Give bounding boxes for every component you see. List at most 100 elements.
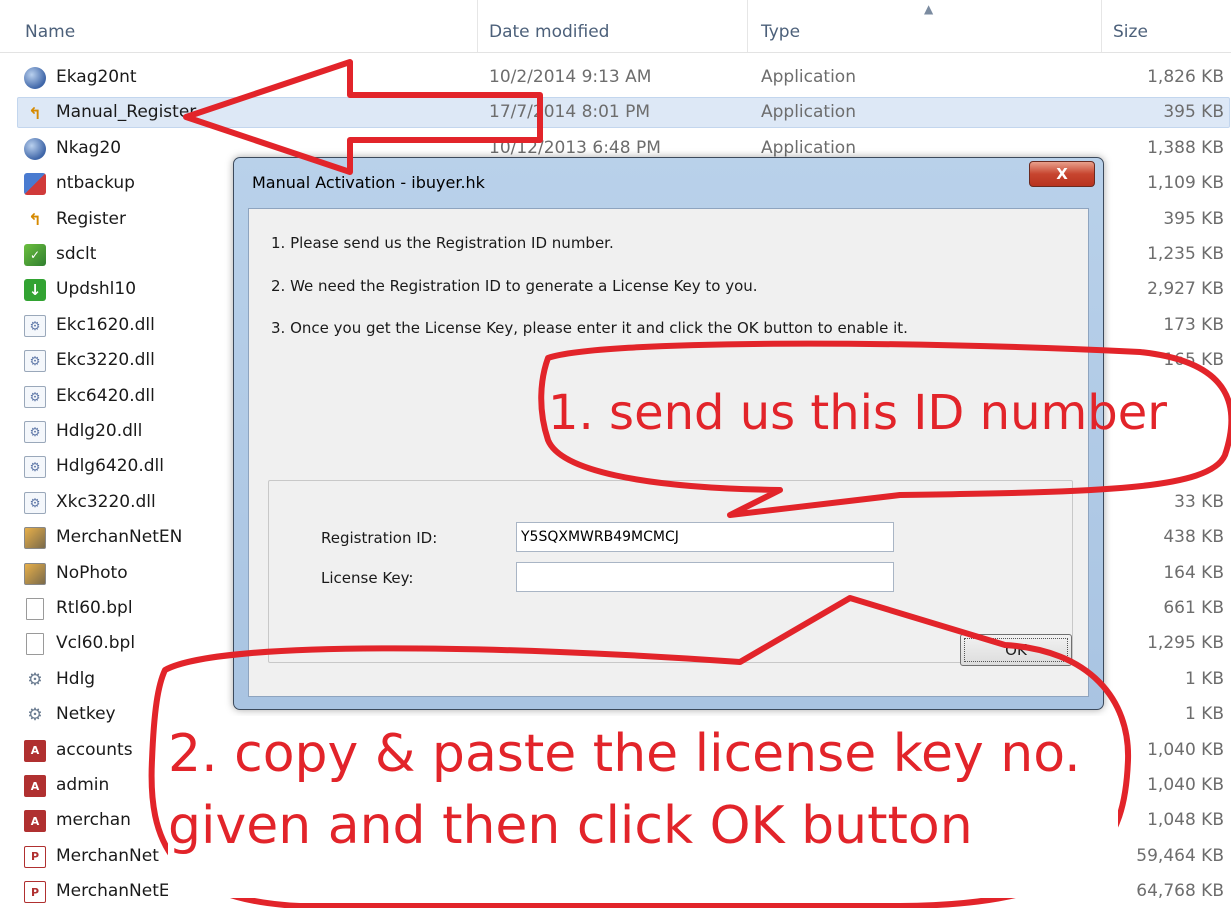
dll-icon: ⚙ xyxy=(24,421,46,443)
file-name: Hdlg20.dll xyxy=(56,421,143,441)
mdb-icon: P xyxy=(24,845,46,868)
sort-ascending-icon: ▲ xyxy=(924,2,934,16)
file-name: Nkag20 xyxy=(56,137,122,158)
column-divider[interactable] xyxy=(747,0,748,52)
file-name: admin xyxy=(56,775,110,795)
file-size: 1 KB xyxy=(1184,704,1224,725)
update-icon: ↓ xyxy=(24,279,46,302)
file-size: 1,235 KB xyxy=(1147,244,1224,264)
file-row[interactable]: ↰ Manual_Register 17/7/2014 8:01 PM Applica… xyxy=(0,95,1231,131)
file-name: ntbackup xyxy=(56,173,135,194)
dll-icon: ⚙ xyxy=(24,314,46,337)
file-name: Ekc6420.dll xyxy=(56,385,155,406)
file-name: Updshl10 xyxy=(56,279,137,300)
instruction-2: 2. We need the Registration ID to genera… xyxy=(271,277,758,295)
sdclt-icon: ✓ xyxy=(24,244,46,266)
file-size: 33 KB xyxy=(1174,491,1224,512)
file-name: Register xyxy=(56,208,126,229)
file-size: 1 KB xyxy=(1184,668,1224,689)
app-icon xyxy=(24,137,46,160)
file-name: NoPhoto xyxy=(56,562,128,583)
column-divider[interactable] xyxy=(1101,0,1102,52)
dll-icon: ⚙ xyxy=(24,491,46,514)
file-name: MerchanNetEN xyxy=(56,527,183,548)
access-icon: A xyxy=(24,775,46,797)
file-date: 10/12/2013 6:48 PM xyxy=(489,137,661,158)
close-button[interactable]: X xyxy=(1029,161,1095,187)
instruction-1: 1. Please send us the Registration ID nu… xyxy=(271,234,614,252)
file-name: Hdlg xyxy=(56,668,96,689)
file-icon xyxy=(26,598,44,620)
close-icon: X xyxy=(1056,165,1068,183)
file-size: 2,927 KB xyxy=(1147,279,1224,300)
image-icon xyxy=(24,527,46,550)
file-name: Vcl60.bpl xyxy=(56,633,136,654)
registration-id-label: Registration ID: xyxy=(321,529,438,547)
dll-icon: ⚙ xyxy=(24,456,46,479)
file-size: 59,464 KB xyxy=(1136,845,1224,866)
file-size: 1,048 KB xyxy=(1147,810,1224,831)
config-icon: ⚙ xyxy=(27,705,43,726)
file-name: Ekc1620.dll xyxy=(56,314,155,335)
dialog-title: Manual Activation - ibuyer.hk xyxy=(252,173,485,192)
instruction-3: 3. Once you get the License Key, please … xyxy=(271,319,908,337)
file-size: 1,109 KB xyxy=(1147,173,1224,194)
file-type: Application xyxy=(761,67,856,87)
dialog-body: 1. Please send us the Registration ID nu… xyxy=(248,208,1089,697)
file-name: MerchanNet xyxy=(56,845,159,866)
file-size: 395 KB xyxy=(1163,208,1224,229)
column-header-date[interactable]: Date modified xyxy=(489,22,609,42)
file-name: Xkc3220.dll xyxy=(56,491,156,512)
callout-send-id-text: 1. send us this ID number xyxy=(548,385,1167,441)
file-name: sdclt xyxy=(56,244,97,264)
file-date: 10/2/2014 9:13 AM xyxy=(489,67,652,87)
backup-icon xyxy=(24,173,46,196)
setup-icon: ↰ xyxy=(28,103,42,123)
file-size: 1,826 KB xyxy=(1147,67,1224,87)
config-icon: ⚙ xyxy=(27,669,43,690)
file-name: Rtl60.bpl xyxy=(56,598,133,618)
column-header-name[interactable]: Name xyxy=(25,22,75,42)
file-name: merchan xyxy=(56,810,131,831)
app-icon xyxy=(24,67,46,89)
file-size: 661 KB xyxy=(1163,598,1224,618)
dll-icon: ⚙ xyxy=(24,385,46,408)
file-size: 1,388 KB xyxy=(1147,137,1224,158)
file-date: 17/7/2014 8:01 PM xyxy=(489,102,651,123)
file-name: Netkey xyxy=(56,704,116,725)
file-type: Application xyxy=(761,102,856,123)
setup-icon: ↰ xyxy=(28,210,42,230)
access-icon: A xyxy=(24,739,46,762)
license-key-field[interactable] xyxy=(516,562,894,592)
access-icon: A xyxy=(24,810,46,833)
registration-id-field[interactable] xyxy=(516,522,894,552)
callout-license-text-line1: 2. copy & paste the license key no. xyxy=(168,724,1081,784)
file-row[interactable]: Ekag20nt 10/2/2014 9:13 AM Application 1,82… xyxy=(0,60,1231,96)
license-key-label: License Key: xyxy=(321,569,414,587)
file-name: accounts xyxy=(56,739,133,760)
image-icon xyxy=(24,562,46,585)
file-size: 173 KB xyxy=(1163,314,1224,335)
file-name: Hdlg6420.dll xyxy=(56,456,164,477)
ok-button[interactable]: OK xyxy=(960,634,1072,666)
column-divider[interactable] xyxy=(477,0,478,52)
file-size: 165 KB xyxy=(1163,350,1224,371)
callout-license-text-box: 2. copy & paste the license key no. give… xyxy=(168,716,1118,898)
file-icon xyxy=(26,633,44,656)
file-size: 395 KB xyxy=(1163,102,1224,123)
file-name: Manual_Register xyxy=(56,102,197,123)
mdb-icon: P xyxy=(24,881,46,904)
file-size: 1,040 KB xyxy=(1147,739,1224,760)
file-size: 164 KB xyxy=(1163,562,1224,583)
file-size: 64,768 KB xyxy=(1136,881,1224,902)
file-size: 1,040 KB xyxy=(1147,775,1224,795)
column-header-size[interactable]: Size xyxy=(1113,22,1148,42)
column-header-bar: Name Date modified ▲ Type Size xyxy=(0,0,1231,53)
callout-license-text-line2: given and then click OK button xyxy=(168,796,973,856)
dll-icon: ⚙ xyxy=(24,350,46,373)
file-size: 438 KB xyxy=(1163,527,1224,548)
file-type: Application xyxy=(761,137,856,158)
file-name: Ekag20nt xyxy=(56,67,137,87)
column-header-type[interactable]: Type xyxy=(761,22,800,42)
file-size: 1,295 KB xyxy=(1147,633,1224,654)
